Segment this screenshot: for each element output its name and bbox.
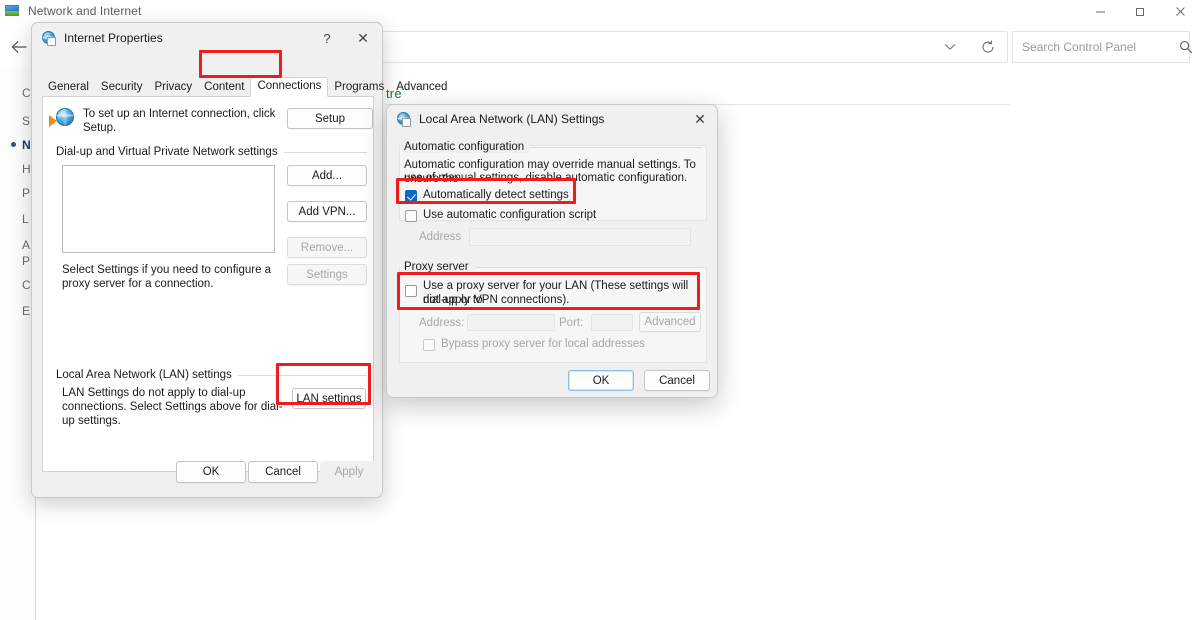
network-monitor-icon	[4, 3, 20, 19]
settings-button: Settings	[287, 264, 367, 285]
dialup-connections-list[interactable]	[62, 165, 275, 253]
internet-properties-dialog: Internet Properties ? ✕ General Security…	[31, 22, 447, 498]
restore-icon[interactable]	[1120, 0, 1160, 22]
close-icon[interactable]: ✕	[348, 23, 378, 53]
setup-description: To set up an Internet connection, click …	[83, 108, 276, 134]
add-vpn-button[interactable]: Add VPN...	[287, 201, 367, 222]
internet-properties-icon	[41, 30, 57, 46]
setup-button[interactable]: Setup	[287, 108, 373, 129]
automatic-configuration-label: Automatic configuration	[404, 141, 531, 153]
proxy-address-input	[467, 314, 555, 331]
ip-cancel-button[interactable]: Cancel	[248, 461, 318, 483]
auto-config-address-input	[469, 228, 691, 246]
tab-general[interactable]: General	[42, 79, 95, 97]
chevron-down-icon[interactable]	[931, 32, 969, 62]
use-proxy-server-label-line2[interactable]: dial-up or VPN connections).	[423, 293, 703, 307]
auto-config-script-checkbox[interactable]	[405, 210, 417, 222]
proxy-address-label: Address:	[419, 317, 465, 329]
dialog-title: Internet Properties	[64, 31, 163, 45]
search-input[interactable]	[1013, 39, 1179, 55]
close-icon[interactable]	[1160, 0, 1200, 22]
back-arrow-icon[interactable]	[6, 34, 32, 60]
minimize-icon[interactable]	[1080, 0, 1120, 22]
close-icon[interactable]: ✕	[685, 105, 715, 133]
lan-settings-titlebar: Local Area Network (LAN) Settings	[387, 105, 717, 133]
lan-group-text: LAN Settings do not apply to dial-up con…	[62, 387, 283, 427]
proxy-port-input	[591, 314, 633, 331]
lan-ok-button[interactable]: OK	[568, 370, 634, 391]
bypass-proxy-checkbox	[423, 339, 435, 351]
internet-properties-tabs: General Security Privacy Content Connect…	[42, 77, 447, 97]
tab-advanced[interactable]: Advanced	[390, 79, 453, 97]
help-button[interactable]: ?	[312, 23, 342, 53]
connections-tab-panel: To set up an Internet connection, click …	[42, 96, 374, 472]
ip-apply-button: Apply	[320, 461, 378, 483]
auto-detect-settings-label[interactable]: Automatically detect settings	[423, 188, 569, 202]
setup-row: To set up an Internet connection, click …	[49, 107, 373, 143]
proxy-port-label: Port:	[559, 317, 584, 329]
refresh-icon[interactable]	[969, 32, 1007, 62]
lan-cancel-button[interactable]: Cancel	[644, 370, 710, 391]
remove-button: Remove...	[287, 237, 367, 258]
window-controls	[1080, 0, 1200, 22]
automatic-configuration-description-line2: use of manual settings, disable automati…	[404, 172, 688, 184]
dialup-hint: Select Settings if you need to configure…	[62, 264, 272, 290]
auto-config-address-label: Address	[419, 231, 462, 243]
lan-settings-button[interactable]: LAN settings	[292, 388, 366, 409]
bypass-proxy-label: Bypass proxy server for local addresses	[441, 338, 645, 350]
proxy-server-label: Proxy server	[404, 261, 475, 273]
lan-group-label: Local Area Network (LAN) settings	[56, 369, 238, 381]
ip-ok-button[interactable]: OK	[176, 461, 246, 483]
tab-connections[interactable]: Connections	[250, 77, 329, 97]
lan-dialog-title: Local Area Network (LAN) Settings	[419, 112, 605, 126]
internet-connection-globe-icon	[49, 107, 75, 131]
auto-config-script-label[interactable]: Use automatic configuration script	[423, 208, 596, 222]
lan-settings-dialog: Local Area Network (LAN) Settings ✕ Auto…	[386, 104, 718, 398]
tab-privacy[interactable]: Privacy	[148, 79, 198, 97]
tab-content[interactable]: Content	[198, 79, 250, 97]
control-panel-titlebar: Network and Internet	[0, 0, 1200, 22]
window-title: Network and Internet	[28, 4, 142, 18]
tab-security[interactable]: Security	[95, 79, 149, 97]
search-box[interactable]	[1012, 31, 1193, 63]
sidebar-current-bullet	[11, 142, 16, 147]
auto-detect-settings-checkbox[interactable]	[405, 190, 417, 202]
internet-properties-icon	[396, 111, 412, 127]
use-proxy-server-checkbox[interactable]	[405, 285, 417, 297]
proxy-advanced-button: Advanced	[639, 312, 701, 332]
add-button[interactable]: Add...	[287, 165, 367, 186]
dialup-group-label: Dial-up and Virtual Private Network sett…	[56, 146, 284, 158]
search-icon	[1179, 40, 1193, 54]
tab-programs[interactable]: Programs	[328, 79, 390, 97]
